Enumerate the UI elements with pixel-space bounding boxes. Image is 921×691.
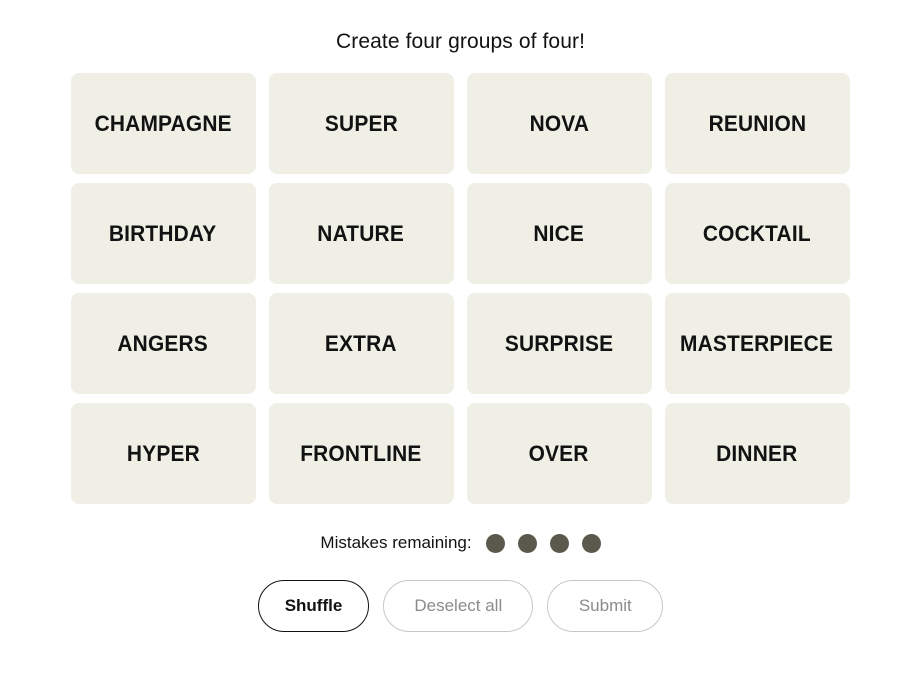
shuffle-button[interactable]: Shuffle	[257, 580, 370, 632]
mistake-dot	[581, 533, 601, 553]
mistakes-dots	[485, 533, 601, 553]
word-tile[interactable]: MASTERPIECE	[664, 293, 850, 394]
word-tile-label: NICE	[533, 220, 585, 246]
word-tile[interactable]: CHAMPAGNE	[70, 73, 256, 174]
word-tile[interactable]: NATURE	[268, 183, 454, 284]
word-tile[interactable]: SUPER	[268, 73, 454, 174]
word-tile-label: OVER	[529, 440, 589, 466]
word-tile-label: EXTRA	[325, 330, 397, 356]
word-tile[interactable]: ANGERS	[70, 293, 256, 394]
word-tile-label: MASTERPIECE	[680, 330, 834, 356]
word-grid: CHAMPAGNE SUPER NOVA REUNION BIRTHDAY NA…	[70, 73, 851, 504]
word-tile[interactable]: HYPER	[70, 403, 256, 504]
word-tile-label: ANGERS	[117, 330, 209, 356]
word-tile[interactable]: REUNION	[664, 73, 850, 174]
word-tile-label: CHAMPAGNE	[94, 110, 232, 136]
word-tile-label: BIRTHDAY	[109, 220, 217, 246]
word-tile-label: FRONTLINE	[300, 440, 422, 466]
word-tile[interactable]: EXTRA	[268, 293, 454, 394]
connections-game: Create four groups of four! CHAMPAGNE SU…	[0, 0, 921, 691]
word-tile[interactable]: BIRTHDAY	[70, 183, 256, 284]
word-tile[interactable]: FRONTLINE	[268, 403, 454, 504]
word-tile-label: NATURE	[317, 220, 405, 246]
submit-button[interactable]: Submit	[547, 580, 664, 632]
word-tile-label: SUPER	[324, 110, 398, 136]
page-title: Create four groups of four!	[336, 30, 585, 53]
word-tile-label: DINNER	[716, 440, 798, 466]
action-buttons: Shuffle Deselect all Submit	[257, 580, 664, 632]
word-tile-label: REUNION	[708, 110, 806, 136]
mistake-dot	[549, 533, 569, 553]
word-tile[interactable]: OVER	[466, 403, 652, 504]
word-tile-label: HYPER	[126, 440, 200, 466]
word-tile[interactable]: DINNER	[664, 403, 850, 504]
deselect-all-button[interactable]: Deselect all	[383, 580, 534, 632]
word-tile[interactable]: NOVA	[466, 73, 652, 174]
mistake-dot	[517, 533, 537, 553]
word-tile[interactable]: COCKTAIL	[664, 183, 850, 284]
word-tile[interactable]: NICE	[466, 183, 652, 284]
word-tile-label: COCKTAIL	[703, 220, 811, 246]
word-tile-label: NOVA	[529, 110, 589, 136]
mistake-dot	[485, 533, 505, 553]
mistakes-remaining: Mistakes remaining:	[320, 531, 601, 555]
word-tile-label: SURPRISE	[504, 330, 614, 356]
mistakes-label: Mistakes remaining:	[320, 533, 472, 552]
word-tile[interactable]: SURPRISE	[466, 293, 652, 394]
